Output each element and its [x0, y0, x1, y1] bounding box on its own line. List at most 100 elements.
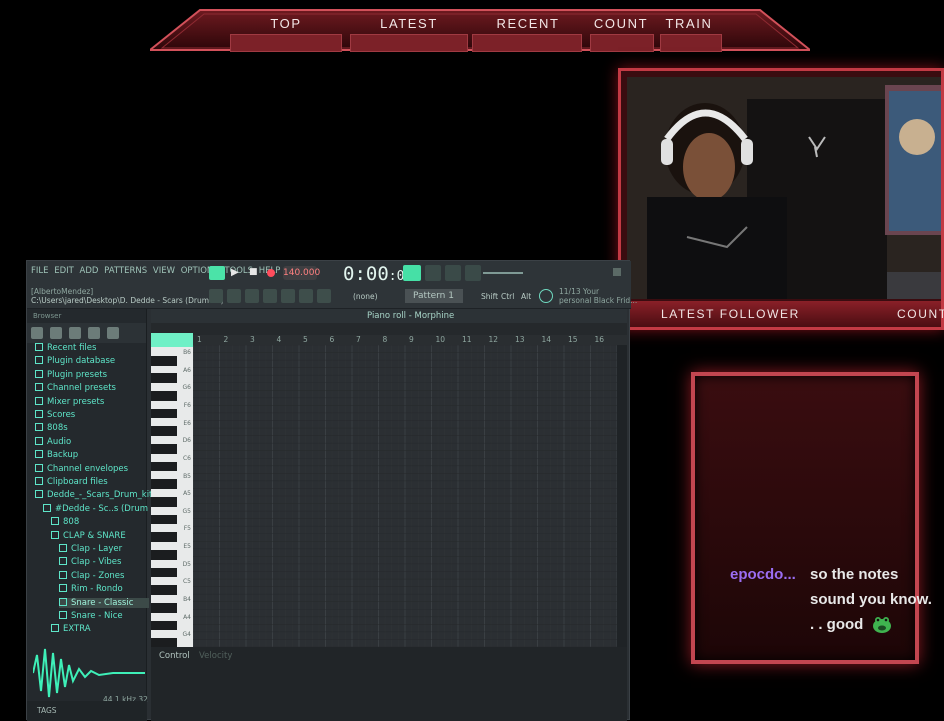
browser-item[interactable]: Channel envelopes — [35, 463, 128, 474]
piano-keyboard[interactable]: B6 A6 G6 F6 E6 D6 C6 B5 A5 G5 F5 E5 D5 C5 B4 A4 G4 — [151, 347, 193, 648]
black-key[interactable] — [151, 408, 177, 419]
folder-icon — [35, 410, 43, 418]
piano-roll-icon[interactable] — [245, 289, 259, 303]
folder-icon — [59, 557, 67, 566]
pat-song-toggle[interactable] — [209, 266, 225, 280]
black-key[interactable] — [151, 549, 177, 560]
black-key[interactable] — [151, 461, 177, 472]
folder-icon — [35, 396, 43, 405]
black-key[interactable] — [151, 444, 177, 454]
key-label: D5 — [182, 560, 191, 568]
browser-item[interactable]: Clap - Layer — [59, 544, 122, 554]
browser-item[interactable]: Clipboard files — [35, 477, 108, 487]
browser-item-label: Dedde_-_Scars_Drum_kit — [47, 490, 153, 501]
folder-icon — [35, 463, 43, 472]
browser-item[interactable]: Scores — [35, 410, 75, 420]
browser-item[interactable]: Backup — [35, 450, 78, 460]
black-key[interactable] — [151, 479, 177, 490]
banner-label-train: TRAIN — [665, 16, 713, 31]
browser-disc-icon[interactable] — [88, 327, 100, 339]
control-label[interactable]: Control — [159, 651, 190, 661]
stop-icon[interactable]: ■ — [249, 267, 263, 281]
mixer-track-select[interactable]: (none) — [353, 292, 378, 301]
browser-item[interactable]: #Dedde - Sc..s (Drum kit) — [43, 503, 165, 514]
browser-item[interactable]: Plugin presets — [35, 369, 107, 380]
browser-folder-icon[interactable] — [50, 327, 62, 339]
record-icon[interactable] — [267, 269, 275, 277]
key-label: F6 — [183, 401, 191, 409]
snap-icon[interactable] — [209, 289, 223, 303]
menu-add[interactable]: ADD — [80, 266, 99, 276]
black-key[interactable] — [151, 602, 177, 613]
plugin-picker-icon[interactable] — [299, 289, 313, 303]
metronome-icon[interactable] — [425, 265, 441, 281]
browser-item[interactable]: Recent files — [35, 343, 96, 353]
black-key[interactable] — [151, 373, 177, 384]
browser-plugin-icon[interactable] — [69, 327, 81, 339]
key-label: D6 — [182, 437, 191, 445]
browser-item[interactable]: 808 — [51, 517, 79, 527]
note-grid[interactable] — [193, 345, 617, 647]
pattern-selector[interactable]: Pattern 1 — [405, 289, 463, 303]
sample-waveform — [33, 648, 145, 698]
browser-item[interactable]: 808s — [35, 423, 68, 433]
ctrl-modifier[interactable]: Ctrl — [501, 292, 514, 301]
key-label: E6 — [183, 419, 191, 427]
black-key[interactable] — [151, 585, 177, 595]
browser-item[interactable]: Channel presets — [35, 383, 116, 393]
news-line2[interactable]: personal Black Frid... — [559, 296, 637, 305]
black-key[interactable] — [151, 514, 177, 525]
browser-item[interactable]: Snare - Nice — [59, 611, 123, 621]
mixer-icon[interactable] — [281, 289, 295, 303]
browser-all-icon[interactable] — [31, 327, 43, 339]
black-key[interactable] — [151, 567, 177, 578]
tempo-display[interactable]: 140.000 — [283, 266, 320, 280]
browser-item[interactable]: Mixer presets — [35, 396, 104, 407]
browser-item-label: Clap - Zones — [71, 570, 125, 581]
playlist-icon[interactable] — [227, 289, 241, 303]
master-volume-slider[interactable] — [483, 272, 523, 274]
channel-rack-icon[interactable] — [263, 289, 277, 303]
folder-icon — [59, 597, 67, 606]
browser-item[interactable]: Plugin database — [35, 356, 115, 366]
black-key[interactable] — [151, 532, 177, 542]
key-label: F5 — [183, 525, 191, 533]
shift-modifier[interactable]: Shift — [481, 292, 498, 301]
webcam-feed — [627, 77, 941, 299]
browser-cloud-icon[interactable] — [107, 327, 119, 339]
black-key[interactable] — [151, 426, 177, 437]
loop-icon[interactable] — [445, 265, 461, 281]
black-key[interactable] — [151, 355, 177, 366]
window-close-icon[interactable] — [613, 268, 621, 276]
fl-studio-window: FILE EDIT ADD PATTERNS VIEW OPTIONS TOOL… — [26, 260, 637, 721]
menu-file[interactable]: FILE — [31, 266, 49, 276]
ruler-bar-number: 3 — [250, 335, 255, 344]
alt-modifier[interactable]: Alt — [521, 292, 531, 301]
browser-item[interactable]: CLAP & SNARE — [51, 530, 126, 541]
microphone-icon[interactable] — [317, 289, 331, 303]
menu-view[interactable]: VIEW — [153, 266, 175, 276]
browser-item[interactable]: Snare - Classic — [59, 597, 150, 608]
play-icon[interactable]: ▶ — [231, 267, 245, 281]
step-record-icon[interactable] — [403, 265, 421, 281]
browser-item[interactable]: Clap - Zones — [59, 570, 125, 581]
control-target[interactable]: Velocity — [199, 651, 232, 661]
ruler-bar-number: 16 — [594, 335, 605, 344]
wait-icon[interactable] — [465, 265, 481, 281]
menu-patterns[interactable]: PATTERNS — [104, 266, 147, 276]
folder-icon — [51, 530, 59, 539]
key-label: B4 — [183, 596, 191, 604]
piano-roll-header: Piano roll - Morphine — [151, 309, 627, 323]
black-key[interactable] — [151, 620, 177, 631]
folder-icon — [35, 477, 43, 485]
browser-item[interactable]: Audio — [35, 436, 71, 447]
browser-item[interactable]: Rim - Rondo — [59, 584, 123, 594]
browser-item[interactable]: Dedde_-_Scars_Drum_kit — [35, 490, 152, 500]
browser-item[interactable]: EXTRA — [51, 624, 91, 634]
browser-item[interactable]: Clap - Vibes — [59, 557, 121, 567]
ruler-bar-number: 4 — [276, 335, 282, 344]
menu-edit[interactable]: EDIT — [54, 266, 74, 276]
black-key[interactable] — [151, 497, 177, 507]
black-key[interactable] — [151, 391, 177, 401]
news-icon[interactable] — [539, 289, 553, 303]
